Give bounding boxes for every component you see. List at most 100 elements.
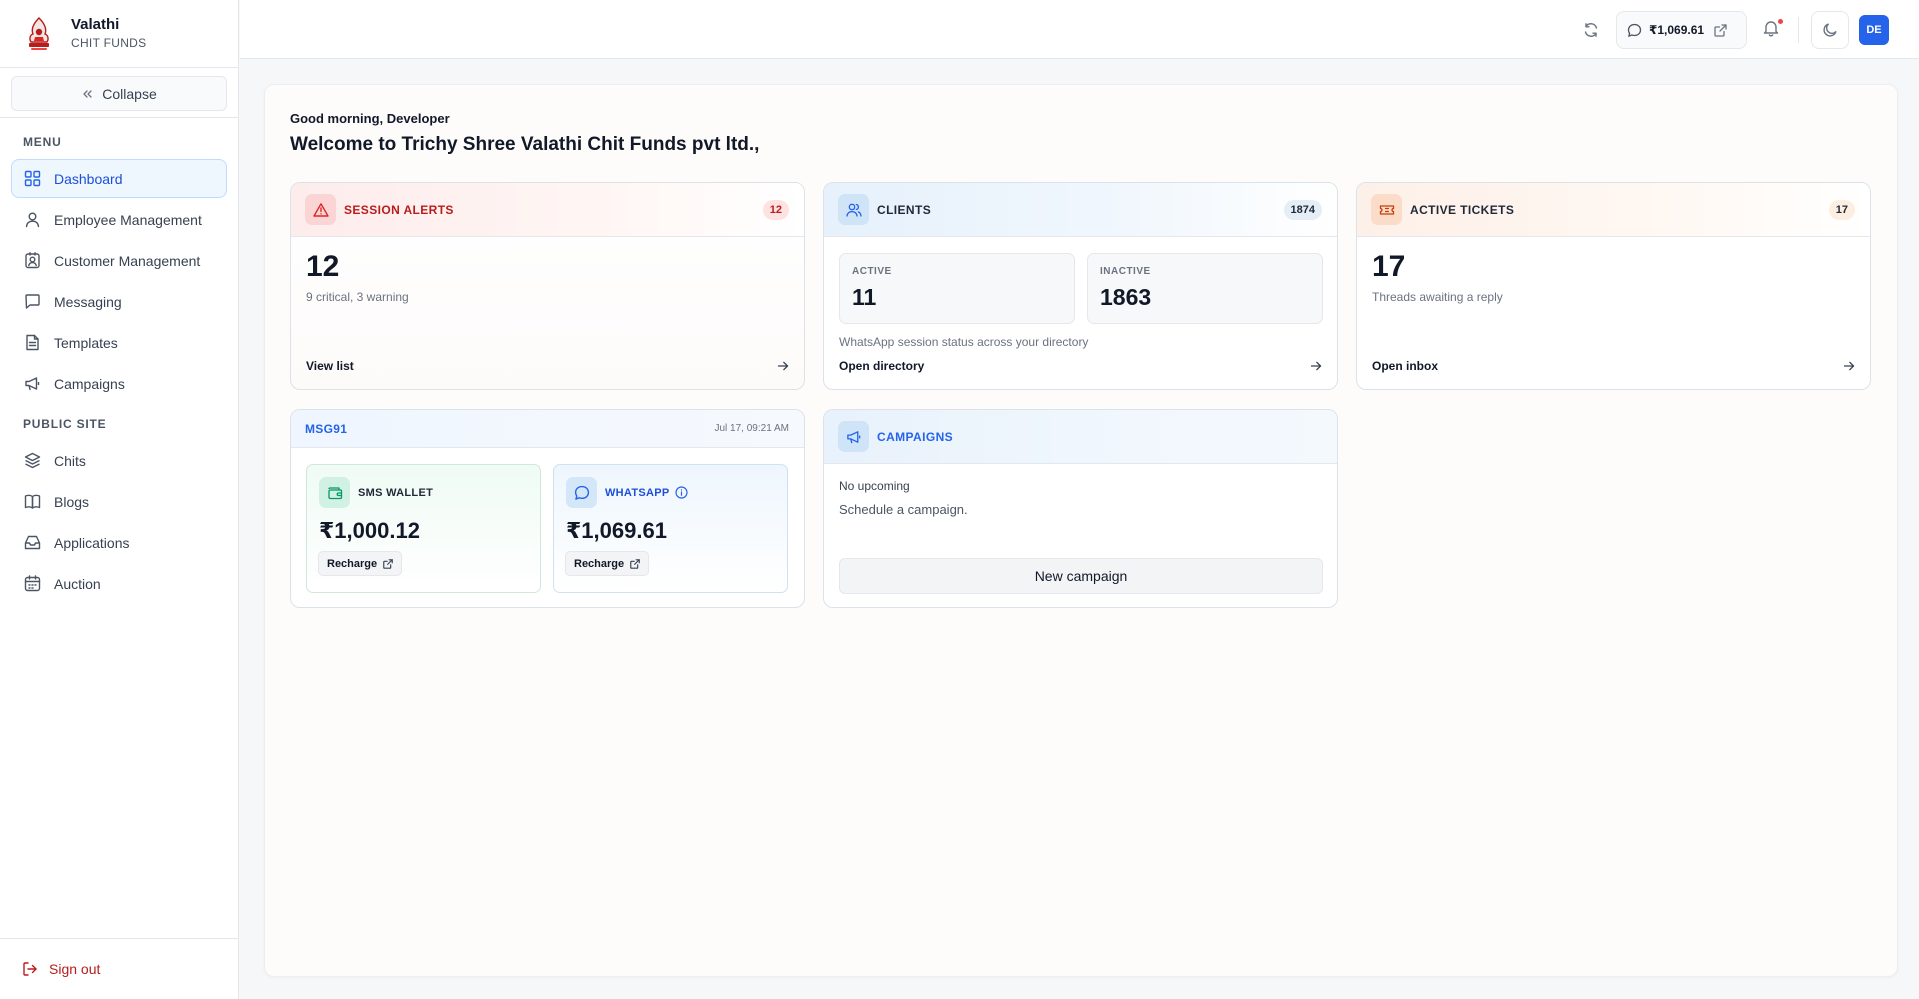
wallet-icon [319,477,350,508]
brand[interactable]: Valathi CHIT FUNDS [0,0,238,68]
new-campaign-button[interactable]: New campaign [839,558,1323,594]
sms-recharge-button[interactable]: Recharge [318,551,403,576]
user-icon [25,212,40,228]
users-icon [838,194,869,225]
arrow-right-icon [1310,361,1322,371]
notification-dot [1778,19,1783,24]
card-title: CAMPAIGNS [877,429,954,444]
last-updated-timestamp: Jul 17, 09:21 AM [714,423,790,434]
sign-out-label: Sign out [49,961,101,977]
wallet-balance: ₹1,069.61 [1649,23,1705,37]
brand-subtitle: CHIT FUNDS [71,35,147,50]
stat-label: INACTIVE [1100,266,1151,277]
link-label: View list [306,359,354,373]
sidebar-item-label: Chits [54,452,86,469]
calendar-icon [24,575,41,592]
message-circle-icon [566,477,597,508]
active-tickets-card: ACTIVE TICKETS 17 17 Threads awaiting a … [1356,182,1871,390]
sidebar-item-chits[interactable]: Chits [11,441,227,480]
sidebar-item-blogs[interactable]: Blogs [11,482,227,521]
external-link-icon [383,558,393,569]
ticket-icon [1371,194,1402,225]
sidebar-item-campaigns[interactable]: Campaigns [11,364,227,403]
alerts-count: 12 [306,250,340,283]
main-nav: Dashboard Employee Management Customer M… [0,159,238,403]
dashboard-panel: Good morning, Developer Welcome to Trich… [264,84,1898,977]
msg91-card: MSG91 Jul 17, 09:21 AM SMS WALLET ₹1,000… [290,409,805,608]
notifications-button[interactable] [1762,19,1784,41]
sidebar-item-templates[interactable]: Templates [11,323,227,362]
campaigns-card: CAMPAIGNS No upcoming Schedule a campaig… [823,409,1338,608]
brand-logo-icon [24,16,54,52]
link-label: Open inbox [1372,359,1438,373]
contact-icon [25,252,40,269]
sidebar-item-messaging[interactable]: Messaging [11,282,227,321]
theme-toggle-button[interactable] [1811,11,1849,49]
sidebar-item-customer-management[interactable]: Customer Management [11,241,227,280]
sidebar: Valathi CHIT FUNDS Collapse MENU Dashboa… [0,0,239,999]
stat-value: 1863 [1100,284,1152,310]
top-bar: ₹1,069.61 DE [240,0,1919,59]
card-title: SESSION ALERTS [344,202,454,217]
tickets-count: 17 [1372,250,1406,283]
info-icon[interactable] [675,486,688,499]
sidebar-item-applications[interactable]: Applications [11,523,227,562]
sidebar-item-label: Dashboard [54,170,123,187]
arrow-right-icon [1843,361,1855,371]
stat-value: 11 [852,284,877,310]
card-title: MSG91 [305,421,348,436]
count-badge: 1874 [1283,200,1322,220]
stat-label: ACTIVE [852,266,892,277]
sidebar-item-label: Customer Management [54,252,201,269]
campaign-hint: Schedule a campaign. [839,502,968,517]
wallet-amount: ₹1,000.12 [319,518,420,543]
topbar-divider [1798,17,1799,43]
open-inbox-link[interactable]: Open inbox [1372,359,1855,373]
file-text-icon [26,334,39,351]
megaphone-icon [25,377,40,391]
clients-note: WhatsApp session status across your dire… [839,335,1089,349]
public-nav: Chits Blogs Applications Auction [0,441,238,603]
open-directory-link[interactable]: Open directory [839,359,1322,373]
sidebar-item-auction[interactable]: Auction [11,564,227,603]
message-square-icon [25,294,40,309]
greeting-text: Good morning, Developer [290,111,450,126]
alert-triangle-icon [305,194,336,225]
count-badge: 17 [1828,200,1855,220]
sidebar-item-employee-management[interactable]: Employee Management [11,200,227,239]
sidebar-item-dashboard[interactable]: Dashboard [11,159,227,198]
sidebar-item-label: Applications [54,534,130,551]
external-link-icon [630,558,640,569]
card-title: ACTIVE TICKETS [1410,202,1515,217]
recharge-label: Recharge [327,557,378,570]
sms-wallet: SMS WALLET ₹1,000.12 Recharge [306,464,541,593]
grid-icon [24,170,41,187]
moon-icon [1823,23,1837,37]
refresh-icon [1584,23,1598,37]
wallet-title: SMS WALLET [358,487,434,499]
public-site-heading: PUBLIC SITE [23,417,107,431]
avatar[interactable]: DE [1859,15,1889,45]
wallet-balance-button[interactable]: ₹1,069.61 [1616,11,1747,49]
collapse-button[interactable]: Collapse [11,76,227,111]
refresh-button[interactable] [1580,19,1602,41]
link-label: Open directory [839,359,925,373]
collapse-label: Collapse [102,85,157,102]
log-out-icon [23,962,37,976]
inbox-icon [24,535,41,550]
message-circle-icon [1627,23,1642,37]
megaphone-icon [838,421,869,452]
whatsapp-recharge-button[interactable]: Recharge [565,551,650,576]
inactive-clients-stat: INACTIVE 1863 [1087,253,1323,324]
page-title: Welcome to Trichy Shree Valathi Chit Fun… [290,134,760,155]
external-link-icon [1714,23,1727,37]
sidebar-item-label: Employee Management [54,211,202,228]
sidebar-item-label: Blogs [54,493,90,510]
session-alerts-card: SESSION ALERTS 12 12 9 critical, 3 warni… [290,182,805,390]
view-list-link[interactable]: View list [306,359,789,373]
clients-card: CLIENTS 1874 ACTIVE 11 INACTIVE 1863 Wha… [823,182,1338,390]
wallet-title: WHATSAPP [605,487,670,499]
sidebar-item-label: Messaging [54,293,122,310]
campaign-status: No upcoming [839,479,910,493]
sign-out-button[interactable]: Sign out [0,938,239,999]
